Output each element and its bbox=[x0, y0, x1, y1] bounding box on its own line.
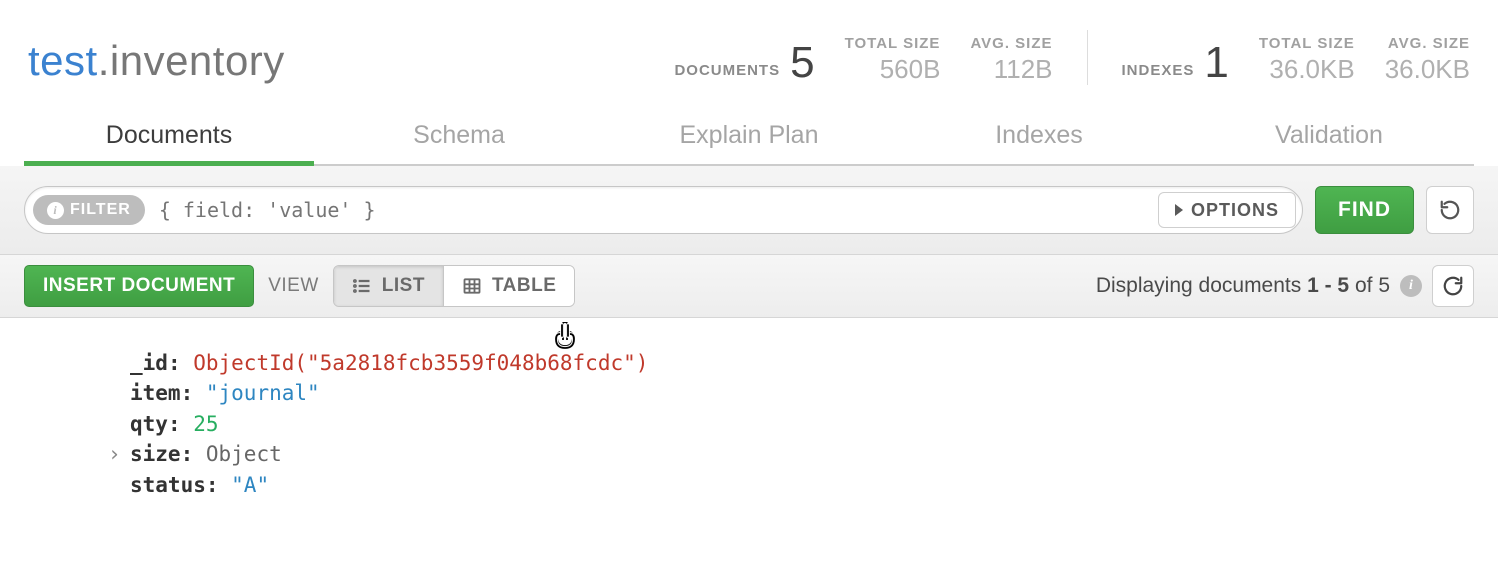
stat-doc-avg-size: AVG. SIZE 112B bbox=[970, 35, 1052, 85]
reset-icon bbox=[1439, 199, 1461, 221]
stat-indexes-value: 1 bbox=[1204, 41, 1228, 85]
collection-stats: DOCUMENTS 5 TOTAL SIZE 560B AVG. SIZE 11… bbox=[674, 30, 1470, 85]
options-button[interactable]: OPTIONS bbox=[1158, 192, 1296, 228]
doc-field-size: ›size: Object bbox=[130, 439, 1474, 469]
info-icon: i bbox=[47, 202, 64, 219]
doc-field-qty: qty: 25 bbox=[130, 409, 1474, 439]
view-label: VIEW bbox=[268, 275, 319, 297]
tab-validation[interactable]: Validation bbox=[1184, 109, 1474, 164]
tab-explain-plan[interactable]: Explain Plan bbox=[604, 109, 894, 164]
stat-doc-total-size: TOTAL SIZE 560B bbox=[845, 35, 941, 85]
table-icon bbox=[462, 276, 482, 296]
collection-name: inventory bbox=[110, 37, 285, 84]
stat-idx-total-size: TOTAL SIZE 36.0KB bbox=[1259, 35, 1355, 85]
refresh-button[interactable] bbox=[1432, 265, 1474, 307]
list-icon bbox=[352, 276, 372, 296]
stat-documents-label: DOCUMENTS bbox=[674, 62, 780, 85]
tab-schema[interactable]: Schema bbox=[314, 109, 604, 164]
display-info: Displaying documents 1 - 5 of 5 i bbox=[1096, 265, 1474, 307]
database-name: test bbox=[28, 37, 98, 84]
filter-bar: i FILTER OPTIONS FIND bbox=[0, 166, 1498, 255]
expand-chevron-icon[interactable]: › bbox=[108, 439, 121, 469]
doc-field-item: item: "journal" bbox=[130, 378, 1474, 408]
list-view-button[interactable]: LIST bbox=[334, 266, 443, 306]
stat-indexes: INDEXES 1 bbox=[1122, 41, 1229, 85]
reset-button[interactable] bbox=[1426, 186, 1474, 234]
namespace-title: test.inventory bbox=[28, 37, 285, 85]
tabs: Documents Schema Explain Plan Indexes Va… bbox=[24, 109, 1474, 166]
stat-documents: DOCUMENTS 5 bbox=[674, 41, 814, 85]
filter-input[interactable] bbox=[159, 198, 1294, 222]
stat-indexes-label: INDEXES bbox=[1122, 62, 1195, 85]
table-view-button[interactable]: TABLE bbox=[443, 266, 574, 306]
view-toggle: LIST TABLE bbox=[333, 265, 576, 307]
doc-field-id: _id: ObjectId("5a2818fcb3559f048b68fcdc"… bbox=[130, 348, 1474, 378]
filter-input-wrap: i FILTER OPTIONS bbox=[24, 186, 1303, 234]
insert-document-button[interactable]: INSERT DOCUMENT bbox=[24, 265, 254, 307]
tab-documents[interactable]: Documents bbox=[24, 109, 314, 164]
chevron-right-icon bbox=[1175, 204, 1183, 216]
stat-idx-avg-size: AVG. SIZE 36.0KB bbox=[1385, 35, 1470, 85]
refresh-icon bbox=[1442, 275, 1464, 297]
stat-divider bbox=[1087, 30, 1088, 85]
tab-indexes[interactable]: Indexes bbox=[894, 109, 1184, 164]
action-bar: INSERT DOCUMENT VIEW LIST TABLE Displayi… bbox=[0, 255, 1498, 318]
info-icon[interactable]: i bbox=[1400, 275, 1422, 297]
doc-field-status: status: "A" bbox=[130, 470, 1474, 500]
document-item[interactable]: _id: ObjectId("5a2818fcb3559f048b68fcdc"… bbox=[0, 318, 1498, 520]
filter-badge: i FILTER bbox=[33, 195, 145, 225]
stat-documents-value: 5 bbox=[790, 41, 814, 85]
find-button[interactable]: FIND bbox=[1315, 186, 1414, 234]
